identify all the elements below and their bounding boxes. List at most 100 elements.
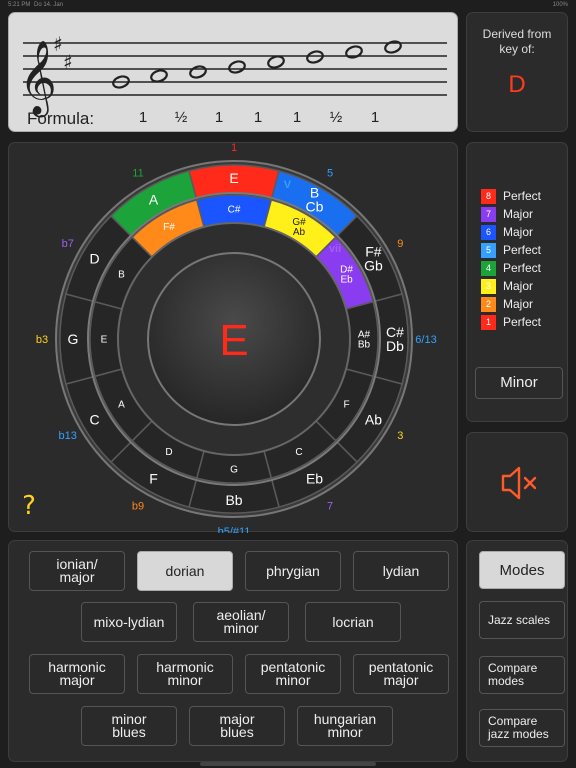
status-date: Do 14. Jan bbox=[34, 2, 64, 8]
legend-label: Perfect bbox=[503, 315, 542, 329]
scale-note bbox=[345, 45, 363, 59]
circle-of-fifths-panel: E E C# Ivi 1 B Cb G# Ab Viii 5 F# Gb D# Eb vii 9 C# Db A# Bb… bbox=[8, 142, 459, 533]
legend-row: 8 Perfect bbox=[481, 189, 567, 204]
inner-roman-label: ii bbox=[140, 233, 146, 245]
legend-label: Major bbox=[503, 297, 534, 311]
center-key-label: E bbox=[219, 316, 248, 365]
degree-label: 9 bbox=[397, 238, 403, 250]
degree-label: b5/#11 bbox=[218, 526, 251, 533]
mode-pentatonic-major-button[interactable]: pentatonic major bbox=[353, 654, 449, 694]
mode-aeolian-button[interactable]: aeolian/ minor bbox=[193, 602, 289, 642]
degree-label: b13 bbox=[59, 430, 77, 442]
legend-label: Major bbox=[503, 225, 534, 239]
treble-clef-icon: 𝄞 bbox=[19, 41, 57, 118]
mode-lydian-button[interactable]: lydian bbox=[353, 551, 449, 591]
degree-label: b3 bbox=[36, 334, 48, 346]
formula-step: ½ bbox=[329, 109, 343, 126]
compare-jazz-modes-button[interactable]: Compare jazz modes bbox=[479, 709, 565, 747]
interval-legend-panel: 8 Perfect 7 Major 6 Major 5 Perfect 4 Perfect 3 Maj… bbox=[466, 142, 568, 422]
scale-modes-panel: ionian/ major dorian phrygian lydian mix… bbox=[8, 540, 458, 762]
mode-minor-blues-button[interactable]: minor blues bbox=[81, 706, 177, 746]
legend-label: Major bbox=[503, 207, 534, 221]
degree-label: 11 bbox=[132, 168, 143, 180]
outer-note-label: A bbox=[149, 191, 159, 207]
mode-mixolydian-button[interactable]: mixo-lydian bbox=[81, 602, 177, 642]
legend-row: 1 Perfect bbox=[481, 315, 567, 330]
legend-swatch: 4 bbox=[481, 261, 496, 276]
outer-note-label: F bbox=[149, 470, 158, 486]
sound-panel bbox=[466, 432, 568, 532]
scale-category-panel: Modes Jazz scales Compare modes Compare … bbox=[466, 540, 568, 762]
mode-major-blues-button[interactable]: major blues bbox=[189, 706, 285, 746]
mode-locrian-button[interactable]: locrian bbox=[305, 602, 401, 642]
mode-dorian-button[interactable]: dorian bbox=[137, 551, 233, 591]
scale-note bbox=[267, 55, 285, 69]
staff-panel: 𝄞 ♯ ♯ Formula: 1 ½ 1 1 1 ½ 1 bbox=[8, 12, 458, 132]
legend-row: 6 Major bbox=[481, 225, 567, 240]
compare-modes-button[interactable]: Compare modes bbox=[479, 656, 565, 694]
legend-row: 4 Perfect bbox=[481, 261, 567, 276]
inner-note-label: F# bbox=[163, 222, 175, 233]
mode-harmonic-major-button[interactable]: harmonic major bbox=[29, 654, 125, 694]
formula-step: 1 bbox=[292, 109, 302, 126]
inner-note-label: D bbox=[165, 447, 172, 458]
status-time: 5:21 PM bbox=[8, 2, 31, 8]
inner-note-label: E bbox=[101, 335, 108, 346]
derived-key-panel: Derived from key of: D bbox=[466, 12, 568, 132]
inner-note-label: G bbox=[230, 465, 238, 476]
legend-label: Perfect bbox=[503, 243, 542, 257]
mode-phrygian-button[interactable]: phrygian bbox=[245, 551, 341, 591]
legend-swatch: 8 bbox=[481, 189, 496, 204]
degree-label: 1 bbox=[231, 143, 237, 154]
help-button[interactable]: ? bbox=[17, 491, 41, 521]
degree-label: b9 bbox=[132, 500, 144, 512]
outer-roman-label: I bbox=[201, 173, 204, 185]
degree-label: 7 bbox=[327, 500, 333, 512]
outer-note-label: C bbox=[90, 411, 100, 427]
mode-pentatonic-minor-button[interactable]: pentatonic minor bbox=[245, 654, 341, 694]
modes-category-button[interactable]: Modes bbox=[479, 551, 565, 589]
formula-step: 1 bbox=[138, 109, 148, 126]
inner-note-label: F bbox=[344, 400, 350, 411]
degree-label: b7 bbox=[62, 238, 74, 250]
formula-step: 1 bbox=[253, 109, 263, 126]
legend-swatch: 3 bbox=[481, 279, 496, 294]
scale-note bbox=[306, 50, 324, 64]
legend-swatch: 2 bbox=[481, 297, 496, 312]
outer-note-label: Ab bbox=[365, 411, 382, 427]
outer-note-label: Bb bbox=[225, 492, 242, 508]
legend-swatch: 7 bbox=[481, 207, 496, 222]
outer-roman-label: IV bbox=[121, 210, 132, 222]
inner-note-label: C# bbox=[228, 205, 241, 216]
derived-label: Derived from key of: bbox=[482, 27, 552, 56]
legend-row: 3 Major bbox=[481, 279, 567, 294]
formula-step: ½ bbox=[174, 109, 188, 126]
sharp-c-icon: ♯ bbox=[63, 50, 73, 74]
legend-label: Major bbox=[503, 279, 534, 293]
degree-label: 3 bbox=[397, 430, 403, 442]
battery-level: 100% bbox=[552, 2, 568, 8]
inner-roman-label: iii bbox=[271, 205, 280, 217]
legend-row: 2 Major bbox=[481, 297, 567, 312]
inner-roman-label: vi bbox=[201, 201, 210, 213]
speaker-muted-icon[interactable] bbox=[497, 463, 541, 503]
legend-swatch: 5 bbox=[481, 243, 496, 258]
jazz-scales-category-button[interactable]: Jazz scales bbox=[479, 601, 565, 639]
inner-note-label: C bbox=[295, 447, 302, 458]
mode-ionian-button[interactable]: ionian/ major bbox=[29, 551, 125, 591]
circle-of-fifths-wheel[interactable]: EEC#Ivi1B CbG# AbViii5F# GbD# Ebvii 9C# DbA# Bb… bbox=[9, 143, 459, 533]
legend-row: 7 Major bbox=[481, 207, 567, 222]
inner-note-label: A bbox=[118, 400, 125, 411]
scale-note bbox=[189, 65, 207, 79]
inner-note-label: D# Eb bbox=[340, 265, 353, 286]
formula-step: 1 bbox=[214, 109, 224, 126]
inner-roman-label: vii bbox=[329, 243, 341, 255]
status-bar: 5:21 PM Do 14. Jan 100% bbox=[0, 0, 576, 10]
legend-label: Perfect bbox=[503, 189, 542, 203]
mode-hungarian-minor-button[interactable]: hungarian minor bbox=[297, 706, 393, 746]
minor-button[interactable]: Minor bbox=[475, 367, 563, 399]
home-indicator[interactable] bbox=[200, 762, 376, 766]
inner-note-label: A# Bb bbox=[358, 330, 371, 351]
outer-note-label: C# Db bbox=[386, 324, 404, 354]
mode-harmonic-minor-button[interactable]: harmonic minor bbox=[137, 654, 233, 694]
